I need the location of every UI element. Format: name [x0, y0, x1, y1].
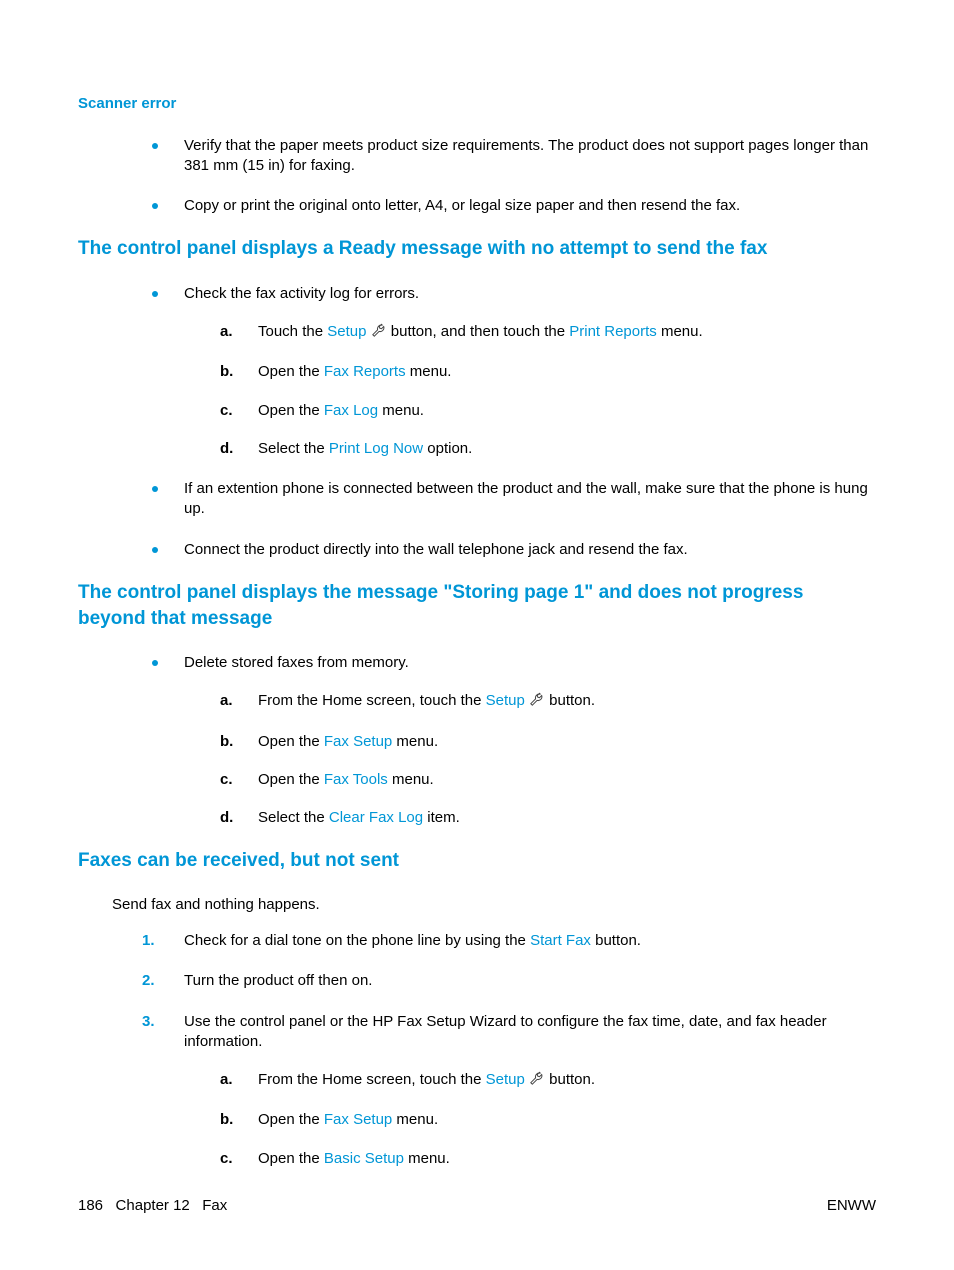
step-b: Open the Fax Setup menu. — [220, 1110, 876, 1130]
step-c: Open the Basic Setup menu. — [220, 1149, 876, 1169]
link-setup[interactable]: Setup — [486, 1071, 525, 1088]
ready-steps: Touch the Setup button, and then touch t… — [184, 322, 876, 459]
text: Open the — [258, 771, 324, 788]
link-fax-reports[interactable]: Fax Reports — [324, 363, 406, 380]
text: button, and then touch the — [387, 323, 570, 340]
text: button. — [545, 1071, 595, 1088]
text: menu. — [392, 1111, 438, 1128]
scanner-error-list: Verify that the paper meets product size… — [78, 136, 876, 217]
list-item: Connect the product directly into the wa… — [152, 540, 876, 560]
link-print-reports[interactable]: Print Reports — [569, 323, 657, 340]
link-setup[interactable]: Setup — [486, 692, 525, 709]
text: Open the — [258, 733, 324, 750]
link-fax-log[interactable]: Fax Log — [324, 402, 378, 419]
storing-steps: From the Home screen, touch the Setup bu… — [184, 691, 876, 828]
wrench-icon — [371, 322, 387, 344]
faxes-substeps: From the Home screen, touch the Setup bu… — [184, 1070, 876, 1169]
text: menu. — [406, 363, 452, 380]
text: option. — [423, 440, 472, 457]
text: menu. — [657, 323, 703, 340]
link-start-fax[interactable]: Start Fax — [530, 932, 591, 949]
text: Check for a dial tone on the phone line … — [184, 932, 530, 949]
list-item: Copy or print the original onto letter, … — [152, 196, 876, 216]
text: menu. — [404, 1150, 450, 1167]
text: Select the — [258, 440, 329, 457]
text: Use the control panel or the HP Fax Setu… — [184, 1013, 827, 1050]
step-a: From the Home screen, touch the Setup bu… — [220, 691, 876, 713]
text: Open the — [258, 363, 324, 380]
text: From the Home screen, touch the — [258, 692, 486, 709]
text: menu. — [392, 733, 438, 750]
step-2: Turn the product off then on. — [142, 971, 876, 991]
text: button. — [591, 932, 641, 949]
ready-list: Check the fax activity log for errors. T… — [78, 284, 876, 560]
step-3: Use the control panel or the HP Fax Setu… — [142, 1012, 876, 1169]
faxes-steps: Check for a dial tone on the phone line … — [78, 931, 876, 1169]
footer-right: ENWW — [827, 1197, 876, 1214]
step-a: From the Home screen, touch the Setup bu… — [220, 1070, 876, 1092]
list-item: If an extention phone is connected betwe… — [152, 479, 876, 520]
text: Select the — [258, 809, 329, 826]
step-b: Open the Fax Setup menu. — [220, 732, 876, 752]
text: Open the — [258, 1150, 324, 1167]
text: button. — [545, 692, 595, 709]
list-item: Delete stored faxes from memory. From th… — [152, 653, 876, 828]
list-item: Check the fax activity log for errors. T… — [152, 284, 876, 459]
list-item: Verify that the paper meets product size… — [152, 136, 876, 177]
link-fax-setup[interactable]: Fax Setup — [324, 1111, 392, 1128]
intro-text: Send fax and nothing happens. — [78, 896, 876, 913]
page-number: 186 — [78, 1197, 103, 1214]
chapter-label: Chapter 12 Fax — [116, 1197, 228, 1214]
text: Touch the — [258, 323, 327, 340]
heading-faxes-not-sent: Faxes can be received, but not sent — [78, 848, 876, 874]
link-clear-fax-log[interactable]: Clear Fax Log — [329, 809, 423, 826]
step-d: Select the Print Log Now option. — [220, 439, 876, 459]
link-fax-tools[interactable]: Fax Tools — [324, 771, 388, 788]
document-page: Scanner error Verify that the paper meet… — [0, 0, 954, 1270]
link-basic-setup[interactable]: Basic Setup — [324, 1150, 404, 1167]
link-fax-setup[interactable]: Fax Setup — [324, 733, 392, 750]
link-setup[interactable]: Setup — [327, 323, 366, 340]
step-b: Open the Fax Reports menu. — [220, 362, 876, 382]
heading-ready-msg: The control panel displays a Ready messa… — [78, 236, 876, 262]
text: Open the — [258, 402, 324, 419]
page-footer: 186 Chapter 12 Fax ENWW — [78, 1197, 876, 1214]
text: item. — [423, 809, 460, 826]
text: Check the fax activity log for errors. — [184, 285, 419, 302]
link-print-log-now[interactable]: Print Log Now — [329, 440, 423, 457]
wrench-icon — [529, 691, 545, 713]
storing-list: Delete stored faxes from memory. From th… — [78, 653, 876, 828]
text: From the Home screen, touch the — [258, 1071, 486, 1088]
step-c: Open the Fax Tools menu. — [220, 770, 876, 790]
text: menu. — [378, 402, 424, 419]
step-c: Open the Fax Log menu. — [220, 401, 876, 421]
wrench-icon — [529, 1070, 545, 1092]
step-d: Select the Clear Fax Log item. — [220, 808, 876, 828]
step-1: Check for a dial tone on the phone line … — [142, 931, 876, 951]
step-a: Touch the Setup button, and then touch t… — [220, 322, 876, 344]
text: Delete stored faxes from memory. — [184, 654, 409, 671]
heading-storing-msg: The control panel displays the message "… — [78, 580, 876, 631]
text: Open the — [258, 1111, 324, 1128]
text: menu. — [388, 771, 434, 788]
heading-scanner-error: Scanner error — [78, 94, 876, 114]
